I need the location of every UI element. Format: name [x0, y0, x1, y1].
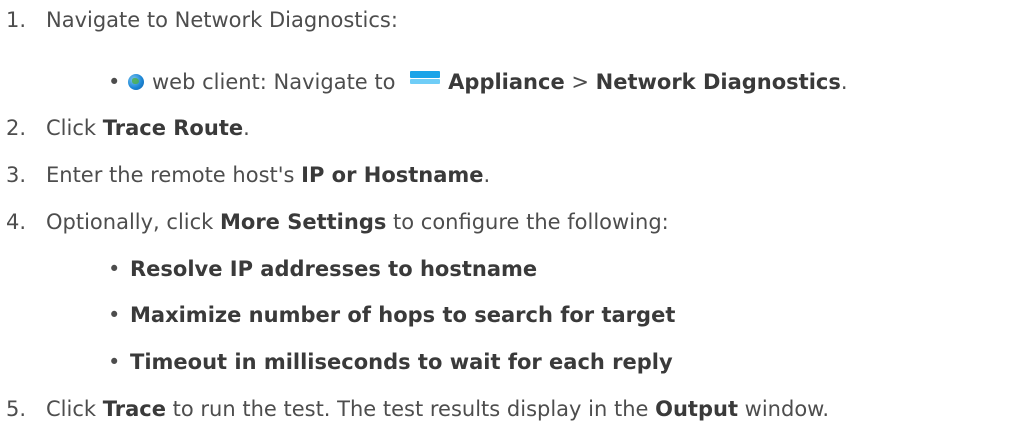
- step-number: 1.: [6, 8, 27, 32]
- step-3: 3. Enter the remote host's IP or Hostname…: [0, 160, 490, 190]
- more-settings-label: More Settings: [220, 210, 387, 234]
- setting-label: Resolve IP addresses to hostname: [130, 257, 538, 281]
- trace-label: Trace: [102, 397, 166, 421]
- bullet: •: [108, 257, 121, 281]
- web-client-label: web client: Navigate to: [152, 70, 403, 94]
- appliance-label: Appliance: [448, 70, 565, 94]
- step-text: Enter the remote host's: [46, 163, 302, 187]
- appliance-icon: [410, 71, 441, 85]
- trace-route-label: Trace Route: [102, 116, 244, 140]
- step-text-end: .: [243, 116, 250, 140]
- step-text: Click: [46, 397, 103, 421]
- step-number: 3.: [6, 163, 27, 187]
- step-number: 2.: [6, 116, 27, 140]
- step-text: Click: [46, 116, 103, 140]
- step-text-end: to configure the following:: [386, 210, 669, 234]
- setting-item: • Resolve IP addresses to hostname: [108, 254, 537, 284]
- network-diagnostics-label: Network Diagnostics: [595, 70, 841, 94]
- step-text-end: .: [483, 163, 491, 187]
- globe-icon: [128, 74, 144, 90]
- setting-label: Maximize number of hops to search for ta…: [130, 303, 676, 327]
- step-4: 4. Optionally, click More Settings to con…: [0, 207, 669, 237]
- period: .: [840, 70, 848, 94]
- step-text: Optionally, click: [46, 210, 220, 234]
- step-text-end: window.: [738, 397, 830, 421]
- step-1: 1. Navigate to Network Diagnostics:: [0, 5, 398, 35]
- setting-item: • Timeout in milliseconds to wait for eac…: [108, 347, 673, 377]
- step-number: 4.: [6, 210, 27, 234]
- step-text: Navigate to Network Diagnostics:: [46, 8, 398, 32]
- step-text-mid: to run the test. The test results displa…: [165, 397, 656, 421]
- bullet: •: [108, 350, 121, 374]
- step-5: 5. Click Trace to run the test. The test …: [0, 394, 829, 424]
- separator: >: [564, 70, 596, 94]
- web-client-instruction: • web client: Navigate to Appliance > Net…: [108, 67, 848, 97]
- bullet: •: [108, 303, 121, 327]
- step-number: 5.: [6, 397, 27, 421]
- bullet: •: [108, 70, 121, 94]
- step-2: 2. Click Trace Route.: [0, 113, 250, 143]
- ip-hostname-label: IP or Hostname: [301, 163, 484, 187]
- setting-label: Timeout in milliseconds to wait for each…: [130, 350, 673, 374]
- setting-item: • Maximize number of hops to search for t…: [108, 300, 675, 330]
- output-label: Output: [655, 397, 738, 421]
